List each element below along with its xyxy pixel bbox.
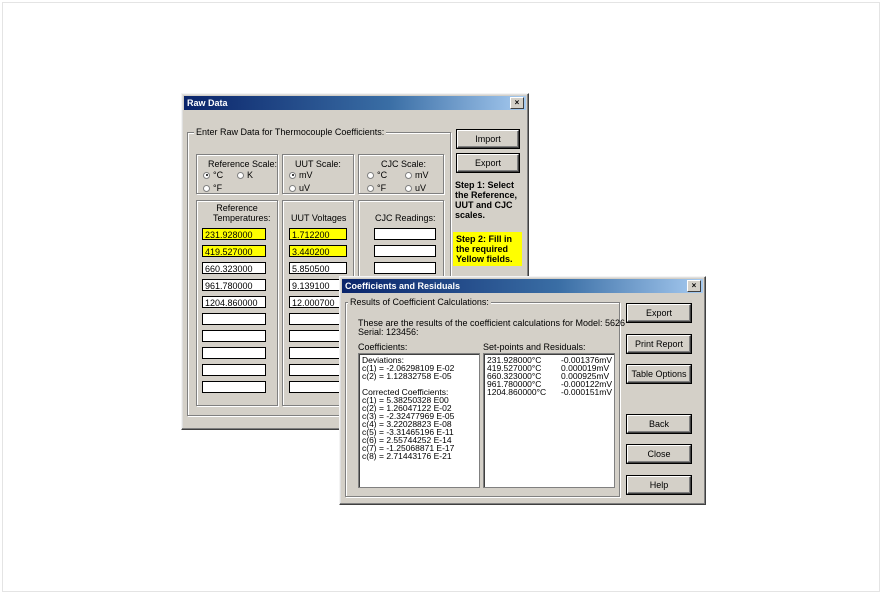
setpoints-listbox[interactable]: 231.928000°C -0.001376mV 419.527000°C 0.00… (483, 353, 615, 488)
radio-cjc-uv[interactable]: uV (405, 183, 426, 193)
reference-scale-label: Reference Scale: (208, 159, 278, 169)
radio-cjc-fahrenheit-label: °F (377, 183, 387, 193)
step1-instructions: Step 1: Select the Reference, UUT and CJ… (455, 180, 518, 220)
cjc-reading-field-3[interactable] (374, 262, 436, 274)
cjc-reading-field-2[interactable] (374, 245, 436, 257)
import-button-label: Import (475, 134, 501, 144)
raw-data-title: Raw Data (187, 98, 228, 108)
radio-cjc-celsius[interactable]: °C (367, 170, 387, 180)
cjc-scale-group: CJC Scale: °C mV °F uV (358, 154, 444, 194)
back-button-label: Back (648, 419, 669, 429)
import-button[interactable]: Import (456, 129, 520, 149)
print-report-button-label: Print Report (634, 339, 684, 349)
coefficients-listbox[interactable]: Deviations: c(1) = -2.06298109 E-02 c(2)… (358, 353, 480, 488)
reference-temp-field-1[interactable]: 231.928000 (202, 228, 266, 240)
radio-ref-fahrenheit-label: °F (213, 183, 223, 193)
uut-voltage-field-3[interactable]: 5.850500 (289, 262, 347, 274)
radio-dot-icon (203, 171, 210, 179)
help-button[interactable]: Help (626, 475, 692, 495)
coefficients-titlebar[interactable]: Coefficients and Residuals × (342, 279, 703, 293)
coefficients-title: Coefficients and Residuals (345, 281, 461, 291)
radio-cjc-mv[interactable]: mV (405, 170, 429, 180)
reference-temp-field-6[interactable] (202, 313, 266, 325)
radio-ref-celsius[interactable]: °C (203, 170, 223, 180)
coefficient-line: c(8) = 2.71443176 E-21 (362, 451, 452, 461)
reference-temp-field-3[interactable]: 660.323000 (202, 262, 266, 274)
radio-cjc-uv-label: uV (415, 183, 427, 193)
radio-cjc-celsius-label: °C (377, 170, 388, 180)
radio-ref-celsius-label: °C (213, 170, 224, 180)
radio-cjc-mv-label: mV (415, 170, 429, 180)
radio-cjc-fahrenheit[interactable]: °F (367, 183, 386, 193)
radio-uut-mv[interactable]: mV (289, 170, 313, 180)
raw-data-close-button[interactable]: × (510, 97, 524, 109)
results-intro-line2: Serial: 123456: (358, 327, 419, 337)
coefficients-results-group: Results of Coefficient Calculations: The… (345, 297, 625, 497)
reference-temp-field-2[interactable]: 419.527000 (202, 245, 266, 257)
close-button-label: Close (647, 449, 671, 459)
coefficients-results-group-label: Results of Coefficient Calculations: (348, 297, 491, 307)
coeff-export-button-label: Export (645, 308, 672, 318)
radio-dot-icon (289, 184, 296, 192)
cjc-readings-label: CJC Readings: (375, 213, 436, 223)
help-button-label: Help (649, 480, 669, 490)
setpoint-row: 1204.860000°C -0.000151mV (484, 387, 614, 397)
back-button[interactable]: Back (626, 414, 692, 434)
coefficients-close-button[interactable]: × (687, 280, 701, 292)
radio-dot-icon (289, 171, 296, 179)
reference-temp-field-8[interactable] (202, 347, 266, 359)
setpoint-residual: -0.000151mV (561, 387, 613, 397)
raw-data-group-label: Enter Raw Data for Thermocouple Coeffici… (194, 127, 387, 137)
uut-voltage-field-2[interactable]: 3.440200 (289, 245, 347, 257)
radio-uut-mv-label: mV (299, 170, 313, 180)
coefficient-line: c(2) = 1.12832758 E-05 (362, 371, 452, 381)
uut-scale-group: UUT Scale: mV uV (282, 154, 354, 194)
cjc-scale-label: CJC Scale: (381, 159, 427, 169)
reference-temp-field-5[interactable]: 1204.860000 (202, 296, 266, 308)
reference-temps-label: Reference Temperatures: (213, 203, 271, 223)
cjc-reading-field-1[interactable] (374, 228, 436, 240)
radio-dot-icon (203, 184, 210, 192)
step2-instructions: Step 2: Fill in the required Yellow fiel… (453, 232, 522, 266)
radio-dot-icon (367, 184, 374, 192)
reference-temps-group: Reference Temperatures: 231.928000 419.5… (196, 200, 278, 406)
setpoint-temp: 1204.860000°C (487, 387, 547, 397)
reference-temp-field-7[interactable] (202, 330, 266, 342)
coefficients-dialog: Coefficients and Residuals × Results of … (339, 276, 706, 505)
uut-scale-label: UUT Scale: (295, 159, 341, 169)
reference-scale-group: Reference Scale: °C K °F (196, 154, 278, 194)
setpoints-label: Set-points and Residuals: (483, 342, 586, 352)
reference-temp-field-4[interactable]: 961.780000 (202, 279, 266, 291)
print-report-button[interactable]: Print Report (626, 334, 692, 354)
radio-dot-icon (237, 171, 244, 179)
export-button[interactable]: Export (456, 153, 520, 173)
close-button[interactable]: Close (626, 444, 692, 464)
radio-ref-kelvin-label: K (247, 170, 254, 180)
table-options-button-label: Table Options (631, 369, 687, 379)
radio-ref-kelvin[interactable]: K (237, 170, 253, 180)
radio-dot-icon (367, 171, 374, 179)
uut-voltages-label: UUT Voltages (291, 213, 347, 223)
table-options-button[interactable]: Table Options (626, 364, 692, 384)
radio-dot-icon (405, 184, 412, 192)
radio-dot-icon (405, 171, 412, 179)
radio-uut-uv-label: uV (299, 183, 311, 193)
coefficients-label: Coefficients: (358, 342, 408, 352)
uut-voltage-field-1[interactable]: 1.712200 (289, 228, 347, 240)
coeff-export-button[interactable]: Export (626, 303, 692, 323)
radio-ref-fahrenheit[interactable]: °F (203, 183, 222, 193)
reference-temp-field-10[interactable] (202, 381, 266, 393)
reference-temp-field-9[interactable] (202, 364, 266, 376)
radio-uut-uv[interactable]: uV (289, 183, 310, 193)
export-button-label: Export (474, 158, 501, 168)
raw-data-titlebar[interactable]: Raw Data × (184, 96, 526, 110)
